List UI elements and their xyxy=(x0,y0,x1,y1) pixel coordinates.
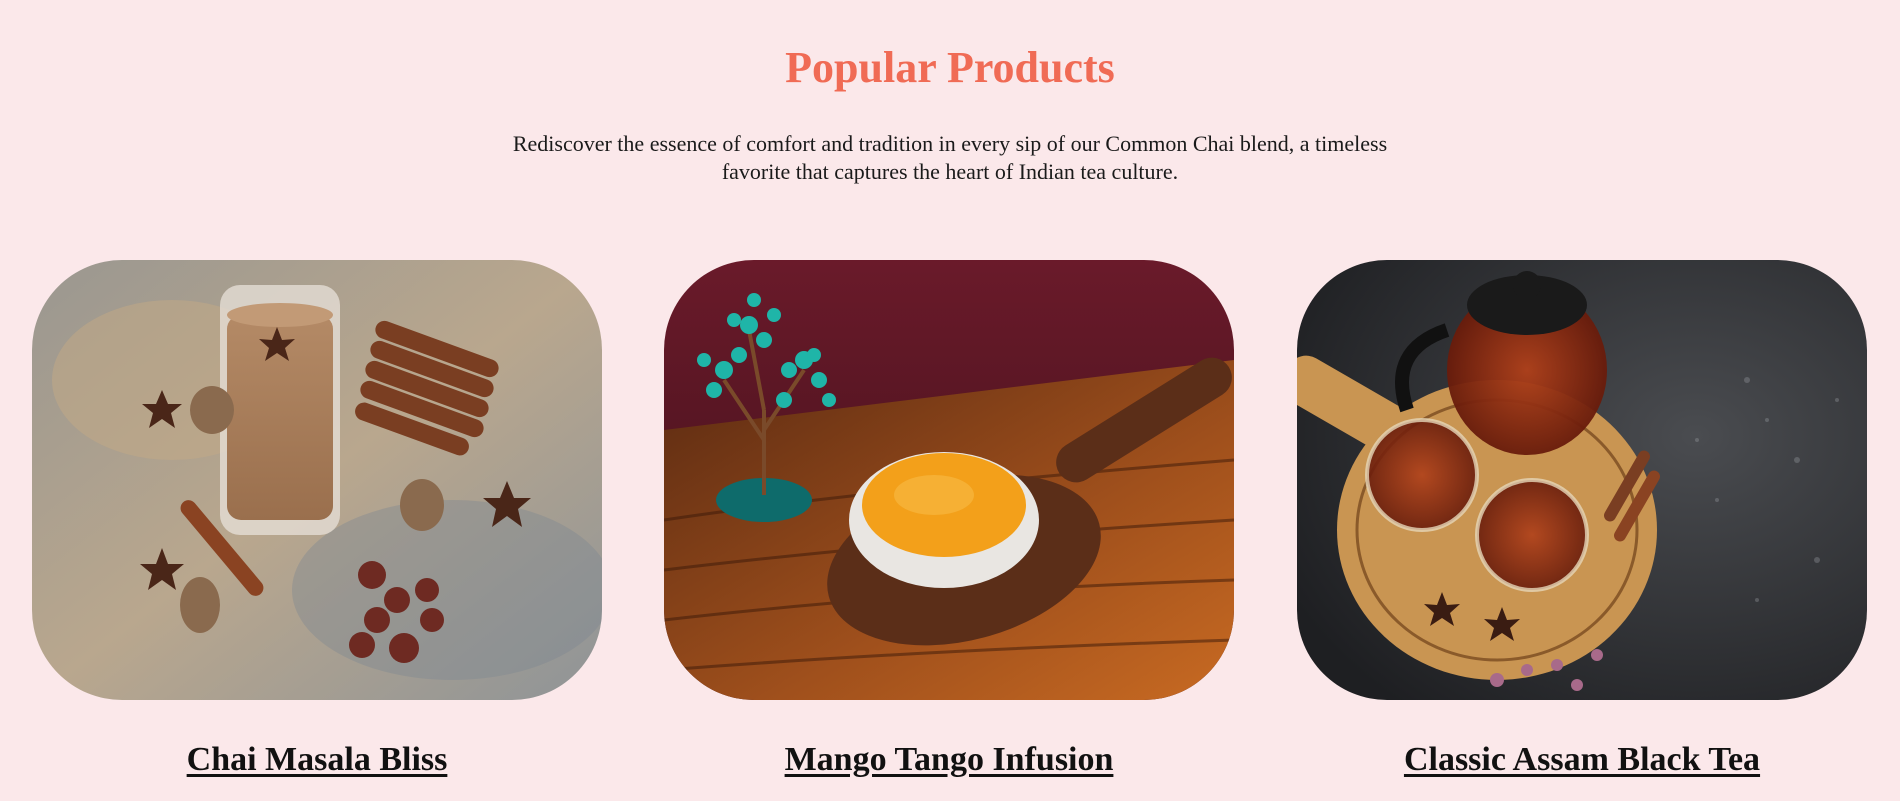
section-title: Popular Products xyxy=(785,43,1115,92)
section-description: Rediscover the essence of comfort and tr… xyxy=(512,131,1388,184)
product-title-link[interactable]: Mango Tango Infusion xyxy=(664,738,1234,782)
product-image-chai[interactable] xyxy=(32,260,602,700)
product-card-mango-tango-infusion[interactable]: Mango Tango Infusion xyxy=(664,260,1234,782)
product-title-link[interactable]: Chai Masala Bliss xyxy=(32,738,602,782)
product-card-chai-masala-bliss[interactable]: Chai Masala Bliss xyxy=(32,260,602,782)
product-title-link[interactable]: Classic Assam Black Tea xyxy=(1297,738,1867,782)
product-image-assam[interactable] xyxy=(1297,260,1867,700)
product-card-classic-assam-black-tea[interactable]: Classic Assam Black Tea xyxy=(1297,260,1867,782)
product-image-mango[interactable] xyxy=(664,260,1234,700)
popular-products-section: Popular Products Rediscover the essence … xyxy=(0,0,1900,801)
